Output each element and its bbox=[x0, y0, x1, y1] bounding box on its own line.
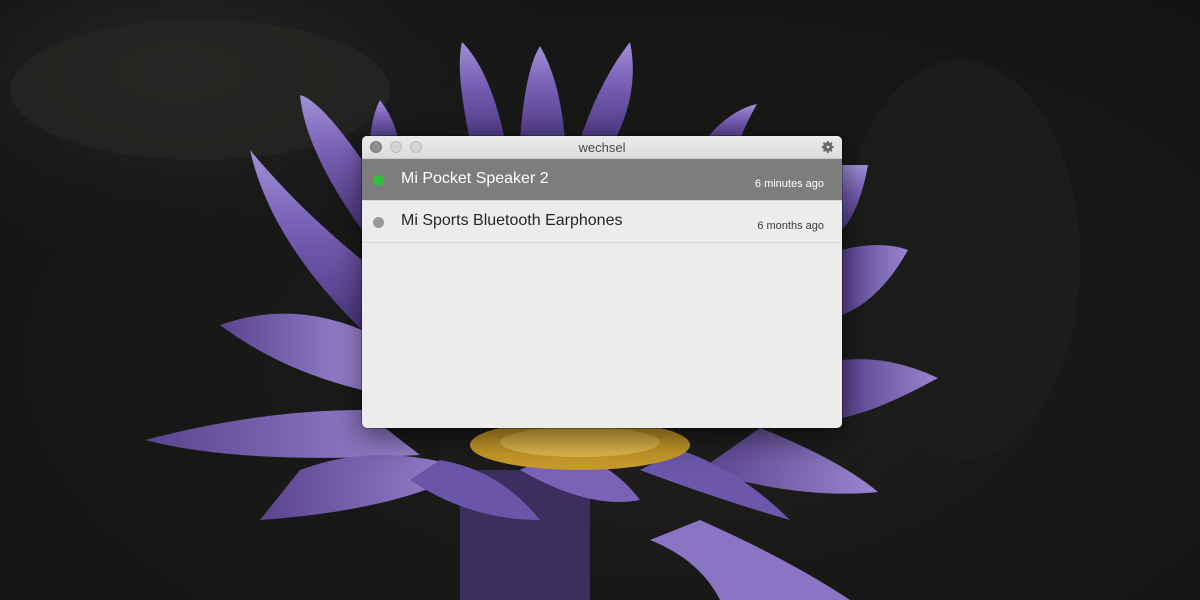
connected-status-dot bbox=[373, 175, 384, 186]
last-connected-time: 6 months ago bbox=[757, 220, 824, 232]
gear-icon[interactable] bbox=[821, 140, 835, 154]
last-connected-time: 6 minutes ago bbox=[754, 178, 824, 190]
title-bar[interactable]: wechsel bbox=[362, 136, 842, 159]
desktop: wechsel Mi Pocket Speaker 2 6 minutes ag… bbox=[0, 0, 1200, 600]
device-list: Mi Pocket Speaker 2 6 minutes ago Mi Spo… bbox=[362, 159, 842, 243]
disconnected-status-dot bbox=[373, 217, 384, 228]
device-row[interactable]: Mi Pocket Speaker 2 6 minutes ago bbox=[362, 159, 842, 201]
device-name: Mi Sports Bluetooth Earphones bbox=[401, 212, 623, 229]
device-row[interactable]: Mi Sports Bluetooth Earphones 6 months a… bbox=[362, 201, 842, 243]
window-title: wechsel bbox=[578, 140, 626, 155]
app-window: wechsel Mi Pocket Speaker 2 6 minutes ag… bbox=[362, 136, 842, 428]
device-name: Mi Pocket Speaker 2 bbox=[401, 170, 549, 187]
